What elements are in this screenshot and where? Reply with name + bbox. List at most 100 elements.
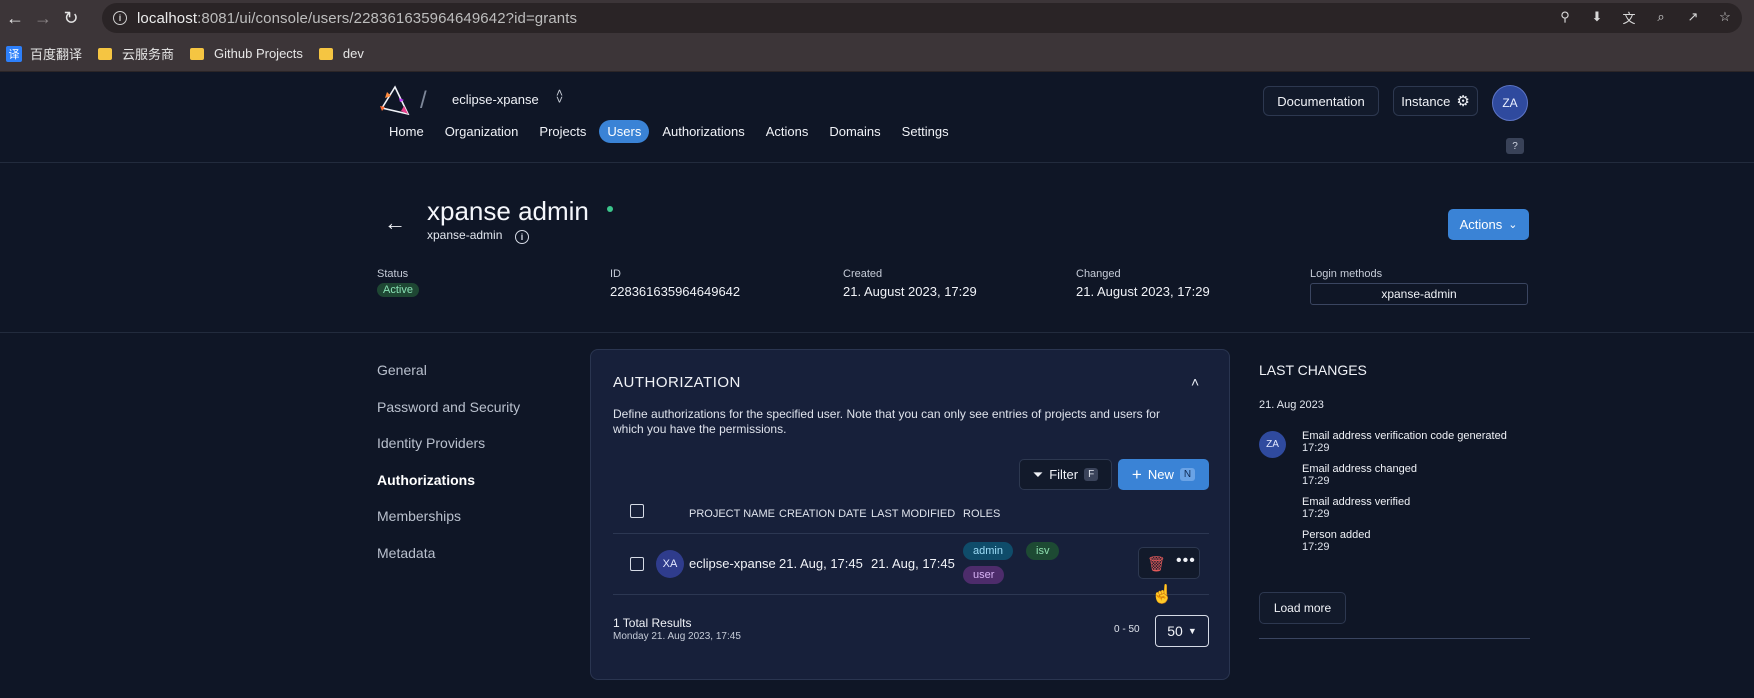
browser-toolbar: ← → ↻ i localhost:8081/ui/console/users/… <box>0 0 1754 36</box>
bookmark-star-icon[interactable]: ☆ <box>1716 8 1734 26</box>
change-text: Person added <box>1302 529 1371 541</box>
role-chip-admin: admin <box>963 542 1013 560</box>
tab-users[interactable]: Users <box>599 120 650 143</box>
help-button[interactable]: ? <box>1506 138 1524 154</box>
column-header-project-name[interactable]: PROJECT NAME <box>689 508 775 520</box>
site-info-icon[interactable]: i <box>113 11 127 25</box>
bookmarks-bar: 译百度翻译 云服务商 Github Projects dev <box>0 36 1754 72</box>
change-author-avatar: ZA <box>1259 431 1286 458</box>
main-nav: Home Organization Projects Users Authori… <box>381 120 962 143</box>
select-all-checkbox[interactable] <box>630 504 644 518</box>
authorization-card: AUTHORIZATION ˄ Define authorizations fo… <box>590 349 1230 680</box>
key-icon[interactable]: ⚲ <box>1556 8 1574 26</box>
created-value: 21. August 2023, 17:29 <box>843 284 977 299</box>
list-item: Email address changed 17:29 <box>1302 463 1507 496</box>
change-text: Email address verified <box>1302 496 1411 508</box>
install-icon[interactable]: ⬇ <box>1588 8 1606 26</box>
section-nav-authorizations[interactable]: Authorizations <box>377 472 520 509</box>
user-detail-header: ← xpanse admin xpanse-admin i Actions ⌄ … <box>0 164 1754 333</box>
change-list: Email address verification code generate… <box>1302 430 1507 562</box>
actions-button[interactable]: Actions ⌄ <box>1448 209 1529 240</box>
section-nav-password-security[interactable]: Password and Security <box>377 399 520 436</box>
project-avatar: XA <box>656 550 684 578</box>
last-modified-cell: 21. Aug, 17:45 <box>871 556 955 571</box>
address-bar[interactable]: i localhost:8081/ui/console/users/228361… <box>102 3 1742 33</box>
creation-date-cell: 21. Aug, 17:45 <box>779 556 863 571</box>
user-avatar[interactable]: ZA <box>1492 85 1528 121</box>
share-icon[interactable]: ↗ <box>1684 8 1702 26</box>
results-timestamp: Monday 21. Aug 2023, 17:45 <box>613 631 741 642</box>
status-indicator <box>607 206 613 212</box>
zoom-icon[interactable]: ⌕ <box>1652 8 1670 26</box>
tab-actions[interactable]: Actions <box>758 120 817 143</box>
column-header-last-modified[interactable]: LAST MODIFIED <box>871 508 955 520</box>
shortcut-key: F <box>1084 468 1099 481</box>
list-item: Email address verified 17:29 <box>1302 496 1507 529</box>
folder-icon <box>98 47 113 60</box>
bookmark-folder[interactable]: 云服务商 <box>98 44 174 63</box>
last-changes-title: LAST CHANGES <box>1259 362 1367 378</box>
app-header: / eclipse-xpanse ˄ ˅ Documentation Instan… <box>0 73 1754 163</box>
back-arrow-icon[interactable]: ← <box>384 210 406 236</box>
more-options-icon[interactable]: ••• <box>1176 552 1196 570</box>
login-methods-field: Login methods xpanse-admin <box>1310 268 1528 305</box>
last-changes-panel: LAST CHANGES 21. Aug 2023 ZA Email addre… <box>1259 362 1530 639</box>
section-nav-memberships[interactable]: Memberships <box>377 508 520 545</box>
status-badge: Active <box>377 283 419 297</box>
org-name[interactable]: eclipse-xpanse <box>452 92 539 107</box>
change-time: 17:29 <box>1302 442 1330 454</box>
bookmark-folder[interactable]: dev <box>318 46 364 61</box>
login-name: xpanse-admin <box>427 228 503 242</box>
tab-domains[interactable]: Domains <box>821 120 888 143</box>
card-description: Define authorizations for the specified … <box>613 407 1160 436</box>
section-nav-metadata[interactable]: Metadata <box>377 545 520 582</box>
plus-icon: + <box>1131 464 1142 484</box>
org-switch-icon[interactable]: ˄ ˅ <box>556 87 563 106</box>
tab-projects[interactable]: Projects <box>531 120 594 143</box>
new-label: New <box>1147 467 1174 482</box>
section-nav-general[interactable]: General <box>377 362 520 399</box>
bookmark-item[interactable]: 译百度翻译 <box>6 44 82 63</box>
mouse-pointer-icon: ☝ <box>1151 584 1174 604</box>
actions-label: Actions <box>1459 217 1503 232</box>
table-row[interactable]: XA eclipse-xpanse 21. Aug, 17:45 21. Aug… <box>591 534 1231 594</box>
page-size-select[interactable]: 50 ▼ <box>1155 615 1209 647</box>
list-item: Email address verification code generate… <box>1302 430 1507 463</box>
zitadel-logo-icon[interactable] <box>377 84 413 120</box>
filter-button[interactable]: ⏷ Filter F <box>1019 459 1112 490</box>
bookmark-folder[interactable]: Github Projects <box>190 46 303 61</box>
translate-bookmark-icon: 译 <box>6 45 22 62</box>
id-label: ID <box>610 268 621 280</box>
page-size-value: 50 <box>1167 623 1183 639</box>
trash-icon[interactable]: 🗑 <box>1147 555 1166 573</box>
documentation-button[interactable]: Documentation <box>1263 86 1379 116</box>
change-time: 17:29 <box>1302 475 1330 487</box>
tab-settings[interactable]: Settings <box>894 120 957 143</box>
instance-button[interactable]: Instance ⚙ <box>1393 86 1478 116</box>
load-more-button[interactable]: Load more <box>1259 592 1346 624</box>
reload-icon[interactable]: ↻ <box>58 5 84 31</box>
row-checkbox[interactable] <box>630 557 644 571</box>
translate-icon[interactable]: 文 <box>1620 8 1638 26</box>
status-field: Status Active <box>377 268 419 298</box>
column-header-creation-date[interactable]: CREATION DATE <box>779 508 867 520</box>
role-chip-isv: isv <box>1026 542 1060 560</box>
table-divider <box>613 594 1209 595</box>
caret-down-icon: ▼ <box>1187 626 1197 636</box>
section-nav: General Password and Security Identity P… <box>377 362 520 582</box>
tab-organization[interactable]: Organization <box>437 120 527 143</box>
change-time: 17:29 <box>1302 508 1330 520</box>
section-nav-identity-providers[interactable]: Identity Providers <box>377 435 520 472</box>
back-icon[interactable]: ← <box>2 5 28 31</box>
project-name-cell: eclipse-xpanse <box>689 556 776 571</box>
tab-authorizations[interactable]: Authorizations <box>654 120 752 143</box>
chevron-up-icon[interactable]: ˄ <box>1191 374 1199 390</box>
id-field: ID 228361635964649642 <box>610 268 740 299</box>
role-chip-user: user <box>963 566 1005 584</box>
folder-icon <box>190 47 205 60</box>
tab-home[interactable]: Home <box>381 120 432 143</box>
filter-icon: ⏷ <box>1032 466 1044 482</box>
forward-icon[interactable]: → <box>30 5 56 31</box>
info-icon[interactable]: i <box>515 230 529 244</box>
new-button[interactable]: + New N <box>1118 459 1209 490</box>
